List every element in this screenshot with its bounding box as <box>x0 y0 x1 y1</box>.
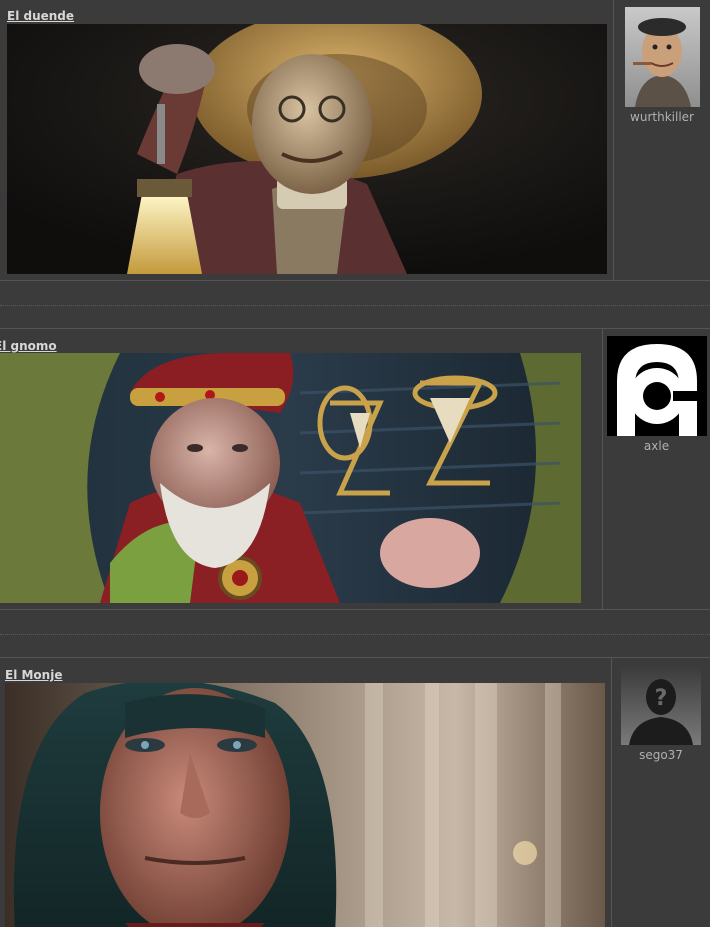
post-content: El duende <box>0 0 614 281</box>
author-username-link[interactable]: sego37 <box>612 748 710 762</box>
default-user-silhouette-avatar-icon: ? <box>621 665 701 745</box>
gallery-post: El gnomo axle <box>0 328 710 610</box>
author-avatar[interactable]: ? <box>621 665 701 745</box>
author-username-link[interactable]: wurthkiller <box>614 110 710 124</box>
goblin-lantern-render <box>7 24 607 274</box>
gallery-post: El Monje ? sego37 <box>0 657 710 927</box>
svg-text:?: ? <box>655 686 668 711</box>
character-portrait-avatar-icon <box>624 7 700 107</box>
post-title-link[interactable]: El duende <box>7 9 74 23</box>
author-avatar[interactable] <box>606 336 707 436</box>
gallery-feed: El duende wurthkiller El gnomo axle El M… <box>0 0 710 927</box>
post-author: wurthkiller <box>614 7 710 124</box>
post-author: ? sego37 <box>612 665 710 762</box>
post-image[interactable] <box>0 353 581 603</box>
post-image[interactable] <box>5 683 605 927</box>
author-avatar[interactable] <box>624 7 700 107</box>
post-separator <box>0 634 710 635</box>
abstract-logo-avatar-icon <box>606 336 707 436</box>
post-title-link[interactable]: El Monje <box>5 668 62 682</box>
post-content: El Monje <box>0 658 612 927</box>
post-title-link[interactable]: El gnomo <box>0 339 57 353</box>
post-image[interactable] <box>7 24 607 274</box>
gallery-post: El duende wurthkiller <box>0 0 710 281</box>
post-separator <box>0 305 710 306</box>
author-username-link[interactable]: axle <box>603 439 710 453</box>
post-author: axle <box>603 336 710 453</box>
gnome-hourglass-render <box>0 353 581 603</box>
monk-portrait-render <box>5 683 605 927</box>
post-content: El gnomo <box>0 329 603 609</box>
